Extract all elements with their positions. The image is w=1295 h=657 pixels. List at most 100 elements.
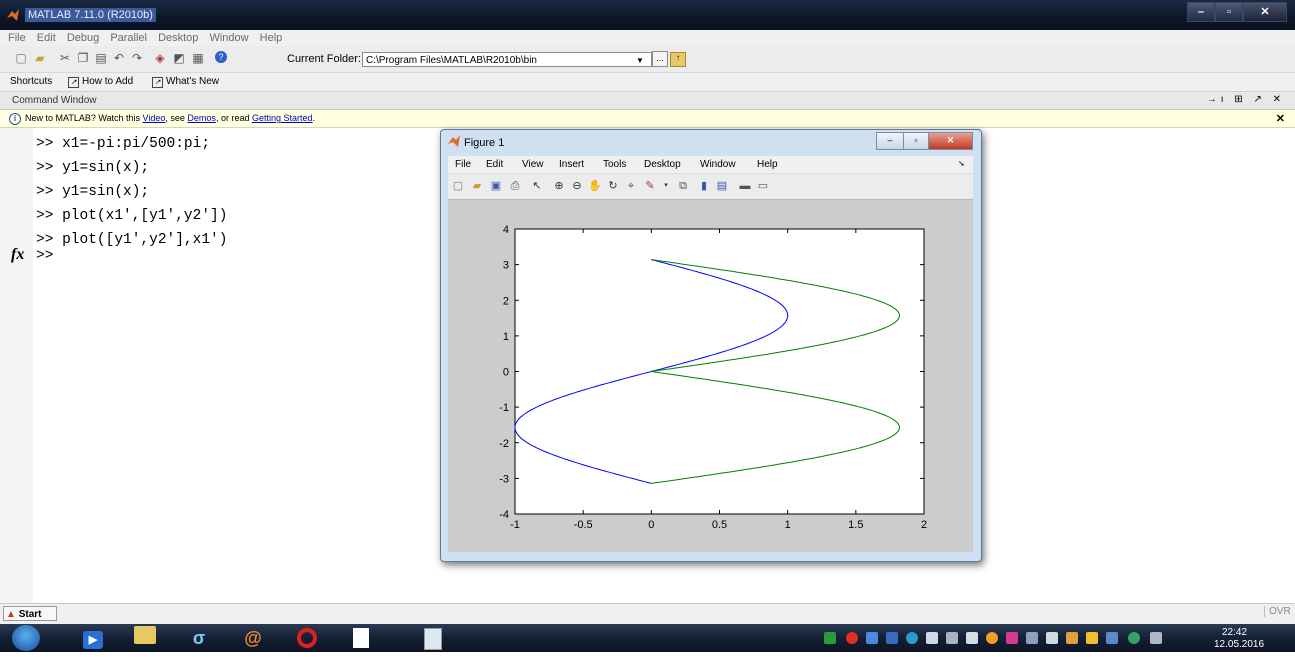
tray-opera-icon[interactable] [846, 632, 858, 644]
shortcuts-label: Shortcuts [10, 76, 53, 87]
info-text: New to MATLAB? Watch this [25, 113, 143, 123]
brush-icon[interactable]: ✎ [643, 179, 657, 193]
getting-started-link[interactable]: Getting Started [252, 113, 313, 123]
mail-agent-icon[interactable]: @ [230, 626, 276, 650]
info-text: . [312, 113, 316, 123]
windows-start-orb-icon[interactable] [12, 625, 40, 651]
rotate-3d-icon[interactable]: ↻ [606, 179, 620, 193]
copy-icon[interactable]: ❐ [76, 51, 90, 65]
maximize-button[interactable]: ▫ [1215, 2, 1243, 22]
pan-icon[interactable]: ✋ [588, 179, 602, 193]
media-player-icon[interactable]: ▶ [70, 626, 116, 650]
save-icon[interactable]: ▣ [489, 179, 503, 193]
cut-icon[interactable]: ✂ [58, 51, 72, 65]
hide-plot-tools-icon[interactable]: ▬ [738, 179, 752, 193]
menu-help[interactable]: Help [260, 30, 283, 46]
opera-icon[interactable] [284, 626, 330, 650]
menu-desktop[interactable]: Desktop [158, 30, 198, 46]
info-text: , or read [215, 113, 252, 123]
new-file-icon[interactable]: ▢ [14, 51, 28, 65]
video-link[interactable]: Video [143, 113, 166, 123]
chevron-down-icon[interactable]: ▾ [659, 179, 673, 193]
signal-icon[interactable] [966, 632, 978, 644]
shortcut-how-to-add[interactable]: ↗ How to Add [68, 76, 133, 88]
profiler-icon[interactable]: ▦ [191, 51, 205, 65]
link-plot-icon[interactable]: ⧉ [676, 179, 690, 193]
clock-time[interactable]: 22:42 [1222, 627, 1247, 638]
show-plot-tools-icon[interactable]: ▭ [756, 179, 770, 193]
help-icon[interactable]: ? [215, 51, 227, 63]
close-button[interactable]: ✕ [1243, 2, 1287, 22]
start-button[interactable]: ▲ Start [3, 606, 57, 621]
figure-menu-insert[interactable]: Insert [559, 159, 584, 170]
colorbar-icon[interactable]: ▮ [697, 179, 711, 193]
figure-menu-window[interactable]: Window [700, 159, 736, 170]
tray-flag-icon[interactable] [1106, 632, 1118, 644]
tray-network-icon[interactable] [866, 632, 878, 644]
minimize-button[interactable]: – [1187, 2, 1215, 22]
close-icon[interactable]: ✕ [1276, 112, 1285, 125]
bluetooth-icon[interactable] [1046, 632, 1058, 644]
print-icon[interactable]: ⎙ [508, 179, 522, 193]
tray-app5-icon[interactable] [1128, 632, 1140, 644]
tray-app4-icon[interactable] [1086, 632, 1098, 644]
shortcut-whats-new[interactable]: ↗ What's New [152, 76, 219, 88]
figure-menu-file[interactable]: File [455, 159, 471, 170]
demos-link[interactable]: Demos [187, 113, 216, 123]
figure-menu-tools[interactable]: Tools [603, 159, 626, 170]
folder-up-icon[interactable]: ↑ [670, 52, 686, 67]
figure-minimize-button[interactable]: – [876, 132, 904, 150]
document-icon[interactable] [338, 626, 384, 650]
tray-a-icon[interactable] [824, 632, 836, 644]
legend-icon[interactable]: ▤ [715, 179, 729, 193]
figure-menu-desktop[interactable]: Desktop [644, 159, 681, 170]
tray-app2-icon[interactable] [1006, 632, 1018, 644]
figure-menu-help[interactable]: Help [757, 159, 778, 170]
new-figure-icon[interactable]: ▢ [451, 179, 465, 193]
tray-device-icon[interactable] [946, 632, 958, 644]
matlab-logo-icon [7, 9, 19, 21]
tray-app6-icon[interactable] [1150, 632, 1162, 644]
edit-plot-icon[interactable]: ↖ [530, 179, 544, 193]
file-explorer-icon[interactable] [122, 626, 168, 650]
menu-edit[interactable]: Edit [37, 30, 56, 46]
guide-icon[interactable]: ◩ [172, 51, 186, 65]
plot-chart[interactable]: -1 -0.5 0 0.5 1 1.5 2 -4 -3 -2 -1 0 1 2 3 4 [448, 200, 973, 552]
panel-controls[interactable]: →ı ⊞ ↗ ✕ [1207, 94, 1285, 105]
tray-skype-icon[interactable] [906, 632, 918, 644]
clock-date[interactable]: 12.05.2016 [1214, 639, 1264, 650]
volume-icon[interactable] [926, 632, 938, 644]
simulink-icon[interactable]: ◈ [153, 51, 167, 65]
figure-menu-view[interactable]: View [522, 159, 544, 170]
menu-debug[interactable]: Debug [67, 30, 99, 46]
zoom-out-icon[interactable]: ⊖ [570, 179, 584, 193]
browser-icon[interactable]: σ [176, 626, 222, 650]
menu-file[interactable]: File [8, 30, 26, 46]
command-prompt[interactable]: >> [36, 248, 53, 264]
undo-icon[interactable]: ↶ [112, 51, 126, 65]
figure-maximize-button[interactable]: ▫ [903, 132, 929, 150]
open-file-icon[interactable]: ▰ [470, 179, 484, 193]
menu-window[interactable]: Window [209, 30, 248, 46]
tray-speaker-icon[interactable] [1066, 632, 1078, 644]
figure-menu-edit[interactable]: Edit [486, 159, 503, 170]
browse-folder-button[interactable]: ... [652, 51, 668, 67]
tray-app-icon[interactable] [886, 632, 898, 644]
function-browser-icon[interactable]: fx [11, 246, 24, 264]
current-folder-input[interactable]: C:\Program Files\MATLAB\R2010b\bin [362, 52, 652, 67]
redo-icon[interactable]: ↷ [130, 51, 144, 65]
menu-parallel[interactable]: Parallel [110, 30, 147, 46]
chevron-down-icon[interactable]: ▼ [636, 56, 644, 65]
tray-app3-icon[interactable] [1026, 632, 1038, 644]
tray-emoji-icon[interactable] [986, 632, 998, 644]
command-line: >> x1=-pi:pi/500:pi; [36, 136, 211, 152]
axes-box[interactable] [514, 228, 925, 515]
zoom-in-icon[interactable]: ⊕ [552, 179, 566, 193]
ovr-indicator: OVR [1264, 606, 1291, 617]
figure-close-button[interactable]: ✕ [928, 132, 973, 150]
open-folder-icon[interactable]: ▰ [33, 51, 47, 65]
paste-icon[interactable]: ▤ [94, 51, 108, 65]
data-cursor-icon[interactable]: ⌖ [624, 179, 638, 193]
dock-arrow-icon[interactable]: ➘ [958, 159, 965, 168]
notepad-icon[interactable] [410, 626, 456, 650]
